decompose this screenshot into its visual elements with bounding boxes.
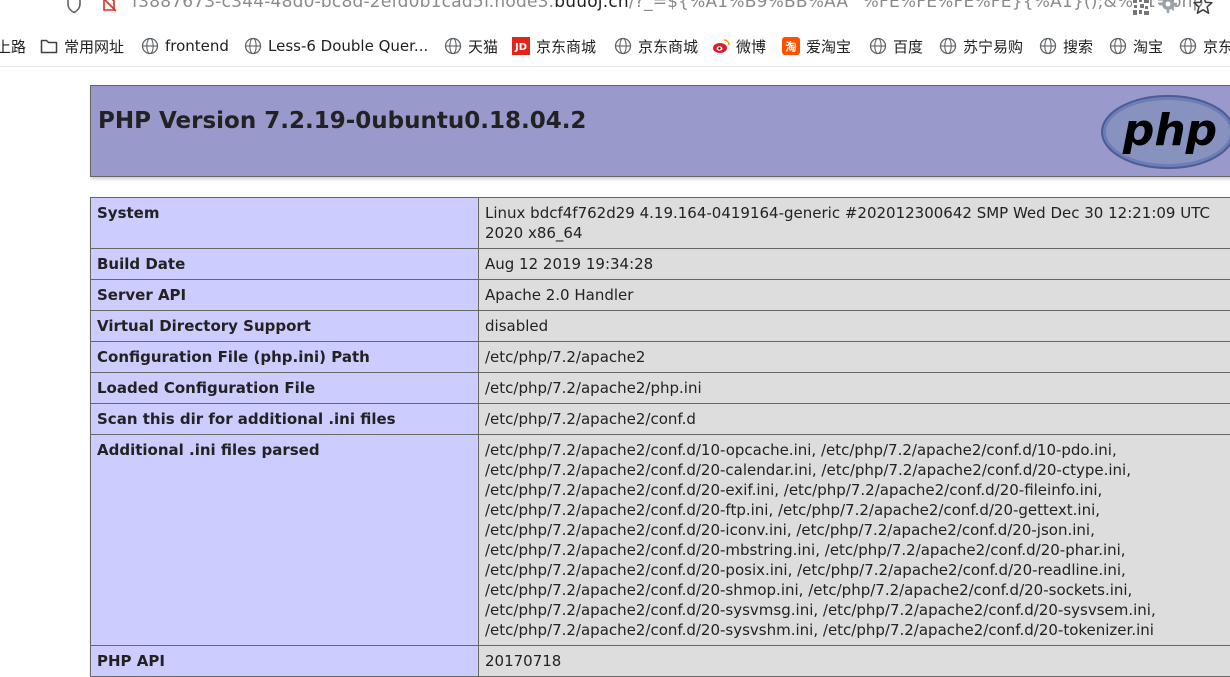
row-key: PHP API (91, 646, 479, 677)
row-key: Scan this dir for additional .ini files (91, 404, 479, 435)
bookmark-label: 苏宁易购 (963, 36, 1023, 57)
bookmark-label: 爱淘宝 (806, 36, 851, 57)
table-row: Virtual Directory Support disabled (91, 311, 1230, 342)
row-key: Build Date (91, 249, 479, 280)
row-value: /etc/php/7.2/apache2 (479, 342, 1230, 373)
bookmark-item[interactable]: Less-6 Double Quer... (244, 36, 428, 56)
bookmark-item[interactable]: 淘宝 (1109, 36, 1163, 56)
row-key: Additional .ini files parsed (91, 435, 479, 646)
table-row: Scan this dir for additional .ini files … (91, 404, 1230, 435)
url-host-domain: buuoj.cn (554, 0, 629, 12)
row-value: Apache 2.0 Handler (479, 280, 1230, 311)
bookmark-item[interactable]: 京东商城 (614, 36, 698, 56)
not-secure-icon[interactable] (100, 0, 118, 13)
phpinfo-page: PHP Version 7.2.19-0ubuntu0.18.04.2 php … (90, 85, 1230, 177)
row-key: Configuration File (php.ini) Path (91, 342, 479, 373)
bookmark-folder[interactable]: 常用网址 (40, 36, 124, 56)
page-title: PHP Version 7.2.19-0ubuntu0.18.04.2 (98, 108, 586, 134)
svg-text:淘: 淘 (786, 40, 797, 54)
row-value: 20170718 (479, 646, 1230, 677)
globe-icon (614, 37, 632, 55)
row-value: /etc/php/7.2/apache2/conf.d/10-opcache.i… (479, 435, 1230, 646)
bookmark-label: 搜索 (1063, 36, 1093, 57)
row-value: /etc/php/7.2/apache2/conf.d (479, 404, 1230, 435)
bookmark-item[interactable]: 搜索 (1039, 36, 1093, 56)
taobao-icon: 淘 (782, 37, 800, 55)
globe-icon (1109, 37, 1127, 55)
bookmark-item[interactable]: JD 京东商城 (512, 36, 596, 56)
bookmark-label: 京东 (1203, 36, 1230, 57)
address-bar[interactable]: f3887673-c344-48d0-bc8d-2efd0b1cad5f.nod… (0, 0, 1230, 22)
globe-icon (1179, 37, 1197, 55)
bookmark-label: 淘宝 (1133, 36, 1163, 57)
bookmark-label: 百度 (893, 36, 923, 57)
version-header: PHP Version 7.2.19-0ubuntu0.18.04.2 php (90, 85, 1230, 177)
row-key: Virtual Directory Support (91, 311, 479, 342)
url-text[interactable]: f3887673-c344-48d0-bc8d-2efd0b1cad5f.nod… (132, 0, 1204, 12)
table-row: PHP API 20170718 (91, 646, 1230, 677)
globe-icon (869, 37, 887, 55)
bookmarks-bar: 上路 常用网址 frontend Less-6 Double Quer... 天… (0, 22, 1230, 67)
row-key: Loaded Configuration File (91, 373, 479, 404)
qr-code-icon[interactable] (1132, 0, 1150, 16)
php-logo-text: php (1122, 105, 1217, 156)
row-value: Aug 12 2019 19:34:28 (479, 249, 1230, 280)
bookmark-label: 天猫 (468, 36, 498, 57)
weibo-icon (712, 37, 730, 55)
table-row: System Linux bdcf4f762d29 4.19.164-04191… (91, 198, 1230, 249)
bookmark-label: 上路 (0, 36, 26, 57)
bookmark-item[interactable]: 微博 (712, 36, 766, 56)
row-key: Server API (91, 280, 479, 311)
globe-icon (444, 37, 462, 55)
bookmark-item[interactable]: 百度 (869, 36, 923, 56)
jd-icon: JD (512, 37, 530, 55)
url-host-prefix: f3887673-c344-48d0-bc8d-2efd0b1cad5f.nod… (132, 0, 554, 12)
table-row: Configuration File (php.ini) Path /etc/p… (91, 342, 1230, 373)
row-value: /etc/php/7.2/apache2/php.ini (479, 373, 1230, 404)
info-table: System Linux bdcf4f762d29 4.19.164-04191… (90, 197, 1230, 677)
bookmark-item[interactable]: 苏宁易购 (939, 36, 1023, 56)
bookmark-label: Less-6 Double Quer... (268, 37, 428, 55)
bookmark-star-icon[interactable] (1192, 0, 1214, 16)
bookmark-label: 微博 (736, 36, 766, 57)
globe-icon (244, 37, 262, 55)
row-value: Linux bdcf4f762d29 4.19.164-0419164-gene… (479, 198, 1230, 249)
bookmark-item[interactable]: 淘 爱淘宝 (782, 36, 851, 56)
url-path: /?_=${%A1%B9%BB%AA^%FE%FE%FE%FE}{%A1}();… (629, 0, 1204, 12)
folder-icon (40, 37, 58, 55)
php-logo[interactable]: php (1098, 92, 1230, 172)
table-row: Build Date Aug 12 2019 19:34:28 (91, 249, 1230, 280)
svg-text:JD: JD (514, 42, 527, 53)
bookmark-item[interactable]: 天猫 (444, 36, 498, 56)
bookmark-label: 京东商城 (536, 36, 596, 57)
globe-icon (141, 37, 159, 55)
bookmark-item[interactable]: frontend (141, 36, 229, 56)
bookmark-label: 常用网址 (64, 36, 124, 57)
bookmark-label: frontend (165, 37, 229, 55)
globe-icon (939, 37, 957, 55)
bookmark-item[interactable]: 上路 (0, 36, 26, 56)
table-row: Additional .ini files parsed /etc/php/7.… (91, 435, 1230, 646)
bookmark-label: 京东商城 (638, 36, 698, 57)
extension-gear-icon[interactable] (1158, 0, 1178, 14)
table-row: Loaded Configuration File /etc/php/7.2/a… (91, 373, 1230, 404)
globe-icon (1039, 37, 1057, 55)
bookmark-item[interactable]: 京东 (1179, 36, 1230, 56)
row-key: System (91, 198, 479, 249)
shield-icon[interactable] (66, 0, 82, 14)
row-value: disabled (479, 311, 1230, 342)
table-row: Server API Apache 2.0 Handler (91, 280, 1230, 311)
